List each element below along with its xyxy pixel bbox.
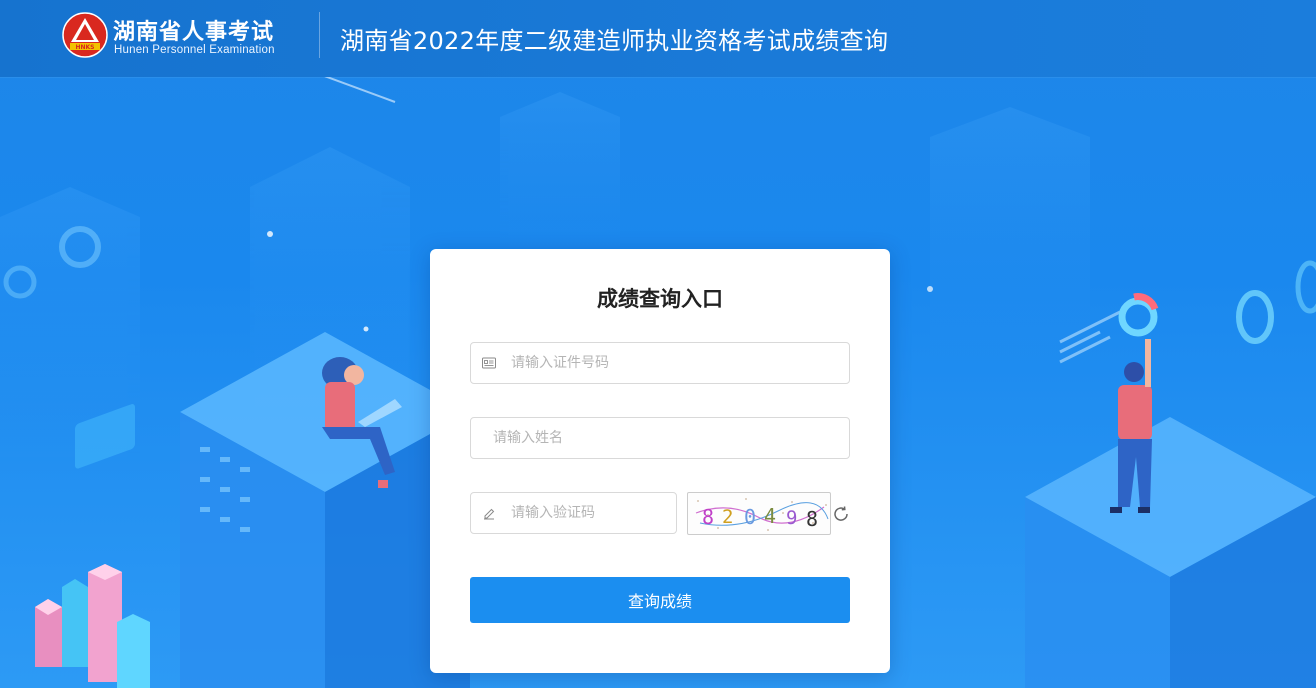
id-card-icon [482,357,496,369]
top-header: HNKS 湖南省人事考试 Hunen Personnel Examination… [0,0,1316,77]
brand-name-cn: 湖南省人事考试 [113,20,275,45]
refresh-icon[interactable] [832,505,850,523]
name-field[interactable] [470,417,850,459]
hnks-logo: HNKS [62,12,108,58]
pencil-icon [484,508,495,520]
score-query-card: 成绩查询入口 8 2 0 [430,249,890,673]
card-title: 成绩查询入口 [597,287,723,311]
id-number-field[interactable] [470,342,850,384]
captcha-char-6: 8 [806,507,818,531]
captcha-char-3: 0 [744,505,756,529]
name-input[interactable] [491,418,795,458]
verification-code-input[interactable] [509,493,673,533]
header-divider [319,12,320,58]
logo-text: HNKS [75,44,94,51]
verification-code-field[interactable] [470,492,677,534]
query-score-button[interactable]: 查询成绩 [470,577,850,623]
captcha-char-2: 2 [722,506,733,528]
page-title: 湖南省2022年度二级建造师执业资格考试成绩查询 [340,27,889,55]
brand-name-en: Hunen Personnel Examination [114,44,275,56]
captcha-image[interactable]: 8 2 0 4 9 8 [687,492,831,535]
captcha-char-1: 8 [702,505,714,529]
captcha-char-5: 9 [786,507,797,529]
id-number-input[interactable] [509,343,813,383]
captcha-char-4: 4 [764,504,776,528]
